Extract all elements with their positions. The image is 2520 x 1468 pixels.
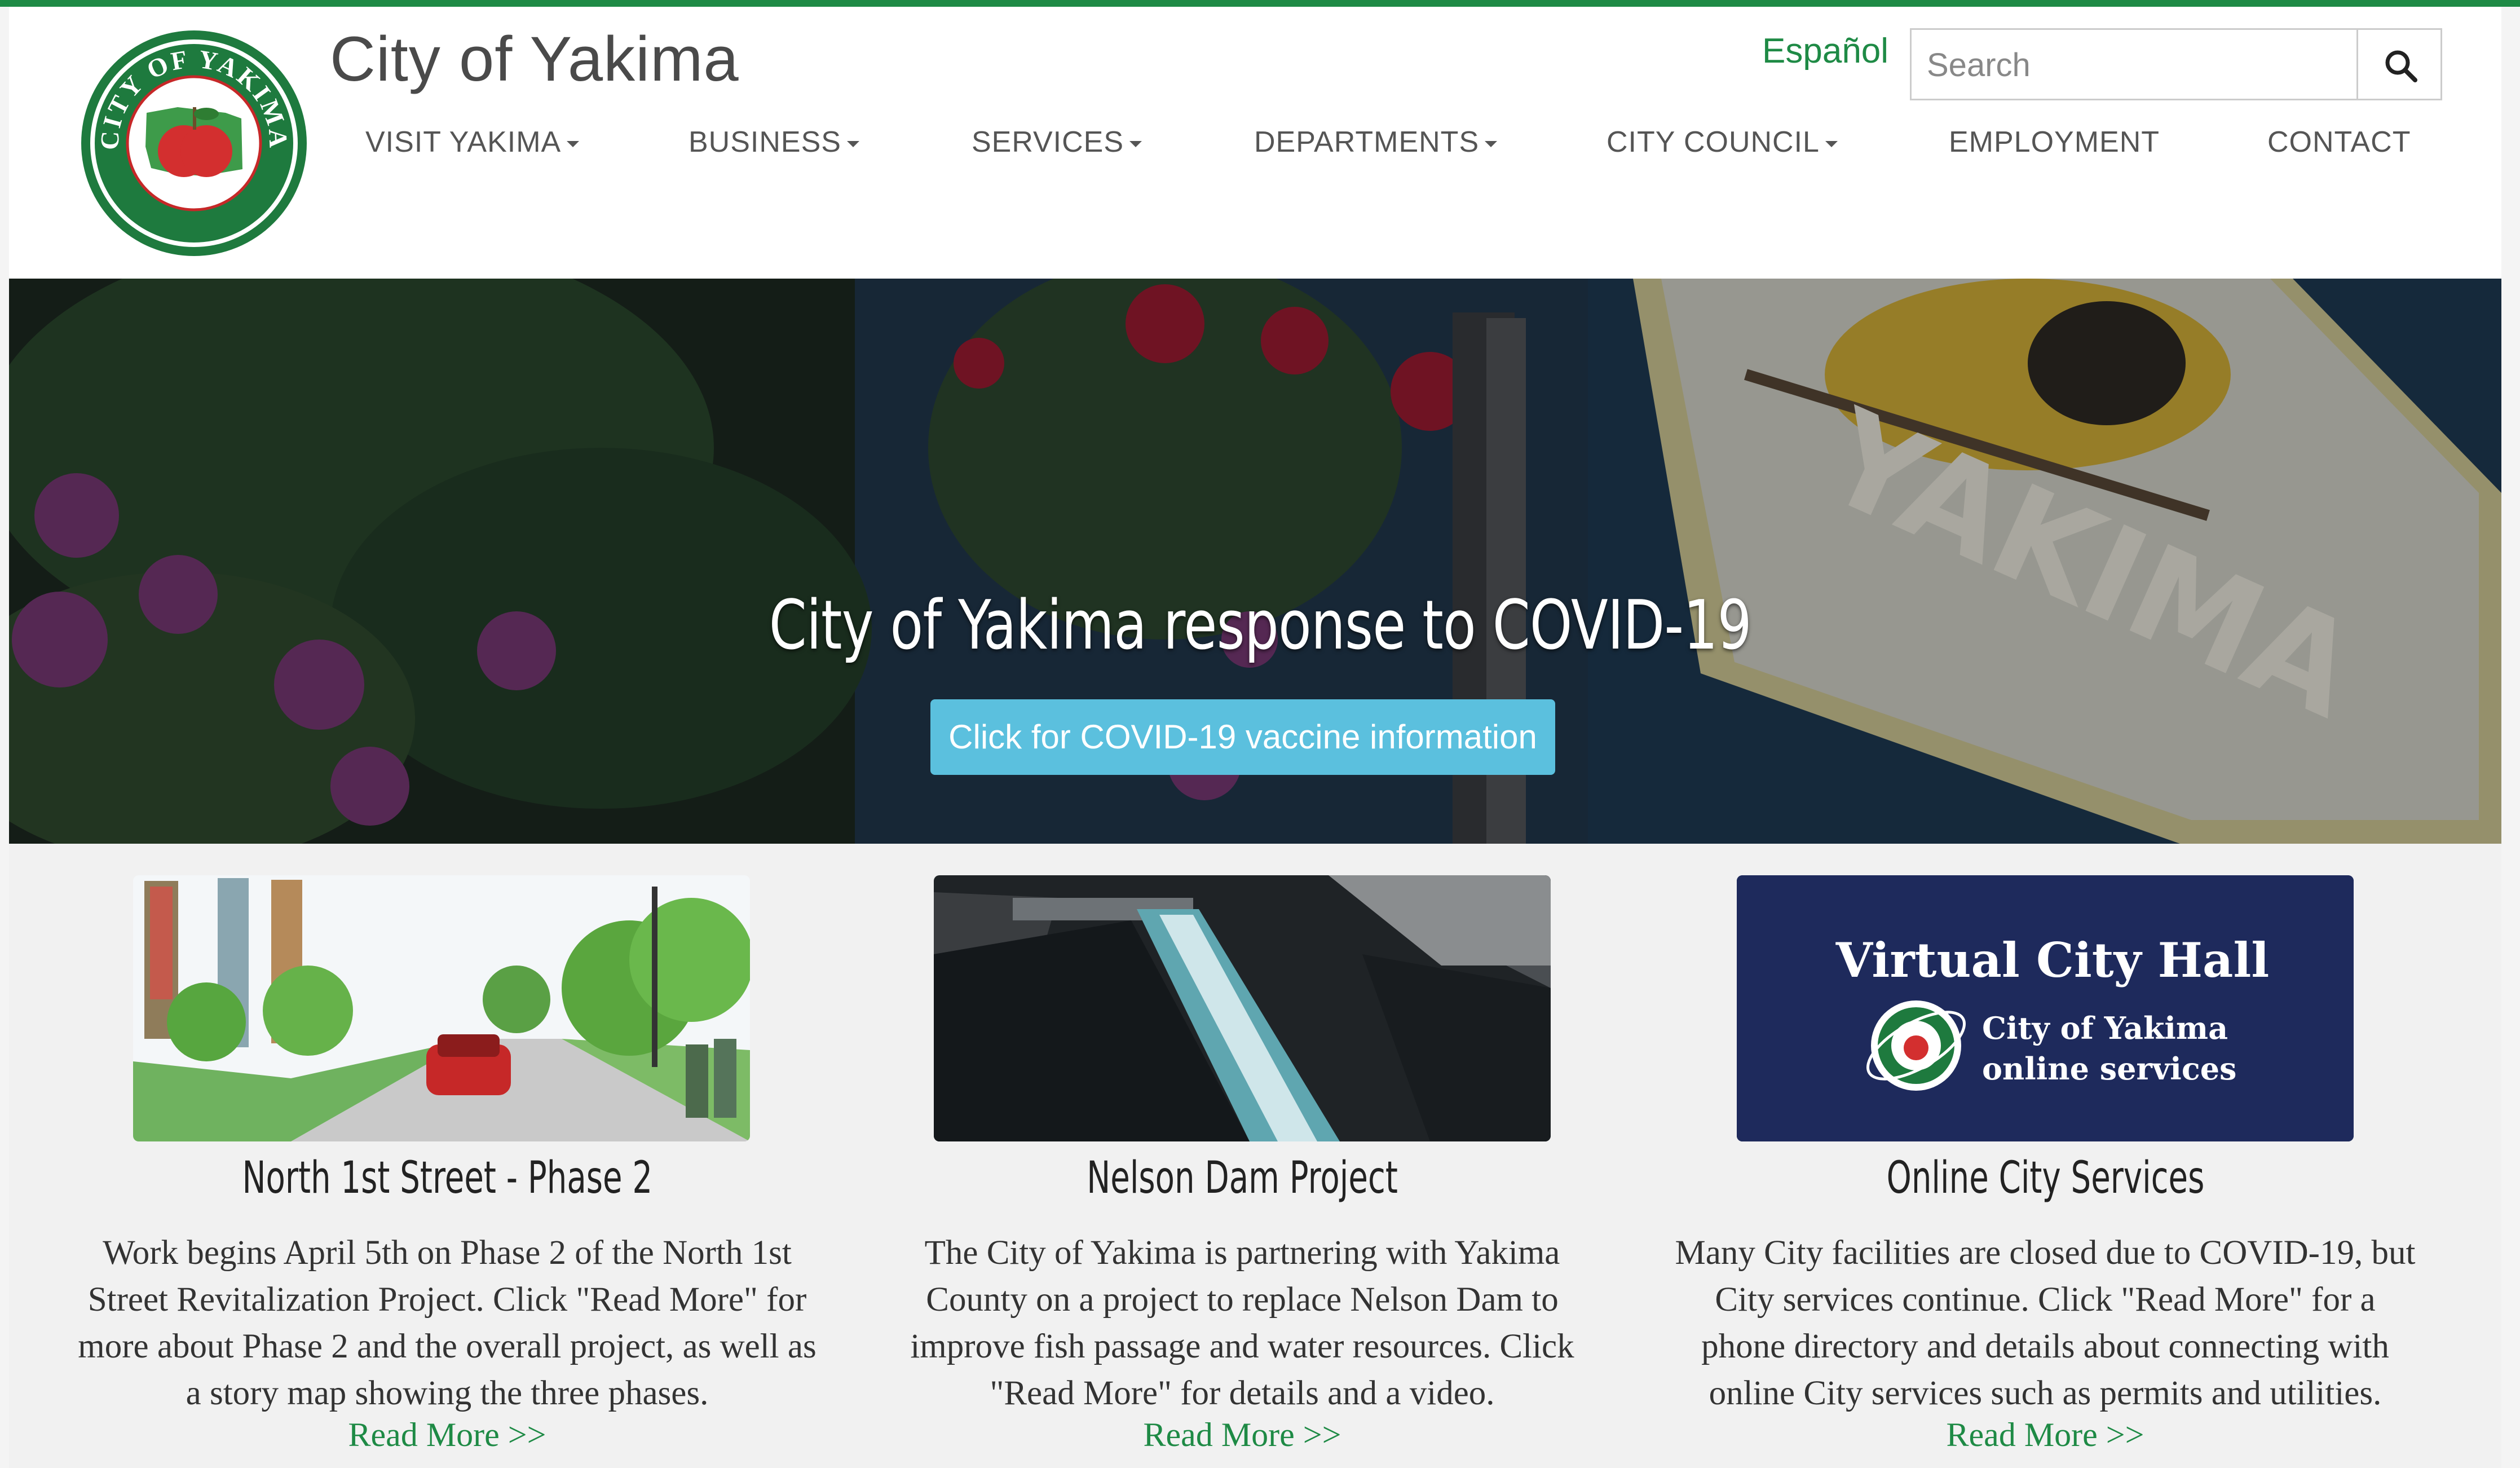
search-button[interactable] (2356, 28, 2442, 100)
nav-item-city-council[interactable]: CITY COUNCIL (1607, 125, 1838, 159)
caret-down-icon (846, 140, 859, 147)
search-icon (2385, 50, 2417, 82)
page-margin-right (2501, 0, 2520, 1468)
card-title-north-1st-street[interactable]: North 1st Street - Phase 2 (47, 1153, 848, 1204)
nav-item-contact[interactable]: CONTACT (2267, 125, 2411, 159)
main-nav: VISIT YAKIMA BUSINESS SERVICES DEPARTMEN… (0, 125, 2520, 170)
virtual-city-hall-subtitle-1: City of Yakima (1982, 1010, 2228, 1046)
virtual-city-hall-image: Virtual City Hall City of Yakima online … (1737, 875, 2354, 1141)
caret-down-icon (1485, 140, 1498, 147)
site-title[interactable]: City of Yakima (330, 23, 739, 95)
search-input[interactable] (1926, 30, 2424, 100)
dam-photo-image (934, 875, 1551, 1141)
page-margin-left (0, 0, 9, 1468)
card-text-north-1st-street: Work begins April 5th on Phase 2 of the … (78, 1234, 817, 1412)
nav-item-visit-yakima[interactable]: VISIT YAKIMA (365, 125, 580, 159)
nav-item-departments[interactable]: DEPARTMENTS (1254, 125, 1498, 159)
card-title-online-city-services[interactable]: Online City Services (1645, 1153, 2446, 1204)
page: CITY OF YAKIMA INCORPORATED 1886 City of… (0, 0, 2520, 1468)
caret-down-icon (1825, 140, 1838, 147)
read-more-link-online-city-services[interactable]: Read More >> (1645, 1416, 2446, 1454)
card-image-online-city-services[interactable]: Virtual City Hall City of Yakima online … (1737, 875, 2354, 1141)
read-more-link-north-1st-street[interactable]: Read More >> (47, 1416, 848, 1454)
nav-item-services[interactable]: SERVICES (972, 125, 1142, 159)
street-illustration-image (133, 875, 750, 1141)
card-text-online-city-services: Many City facilities are closed due to C… (1675, 1234, 2416, 1412)
card-image-north-1st-street[interactable] (133, 875, 750, 1141)
covid-vaccine-info-button[interactable]: Click for COVID-19 vaccine information (930, 699, 1555, 775)
card-text-nelson-dam: The City of Yakima is partnering with Ya… (910, 1234, 1574, 1412)
nav-item-employment[interactable]: EMPLOYMENT (1949, 125, 2160, 159)
caret-down-icon (567, 140, 580, 147)
virtual-city-hall-text: Virtual City Hall (1835, 932, 2270, 988)
read-more-link-nelson-dam[interactable]: Read More >> (842, 1416, 1643, 1454)
caret-down-icon (1129, 140, 1142, 147)
card-image-nelson-dam[interactable] (934, 875, 1551, 1141)
virtual-city-hall-subtitle-2: online services (1982, 1051, 2236, 1087)
nav-item-business[interactable]: BUSINESS (689, 125, 859, 159)
card-title-nelson-dam[interactable]: Nelson Dam Project (842, 1153, 1643, 1204)
top-accent-bar (0, 0, 2520, 7)
language-link-espanol[interactable]: Español (1762, 31, 1888, 71)
hero-title: City of Yakima response to COVID-19 (769, 587, 1751, 665)
